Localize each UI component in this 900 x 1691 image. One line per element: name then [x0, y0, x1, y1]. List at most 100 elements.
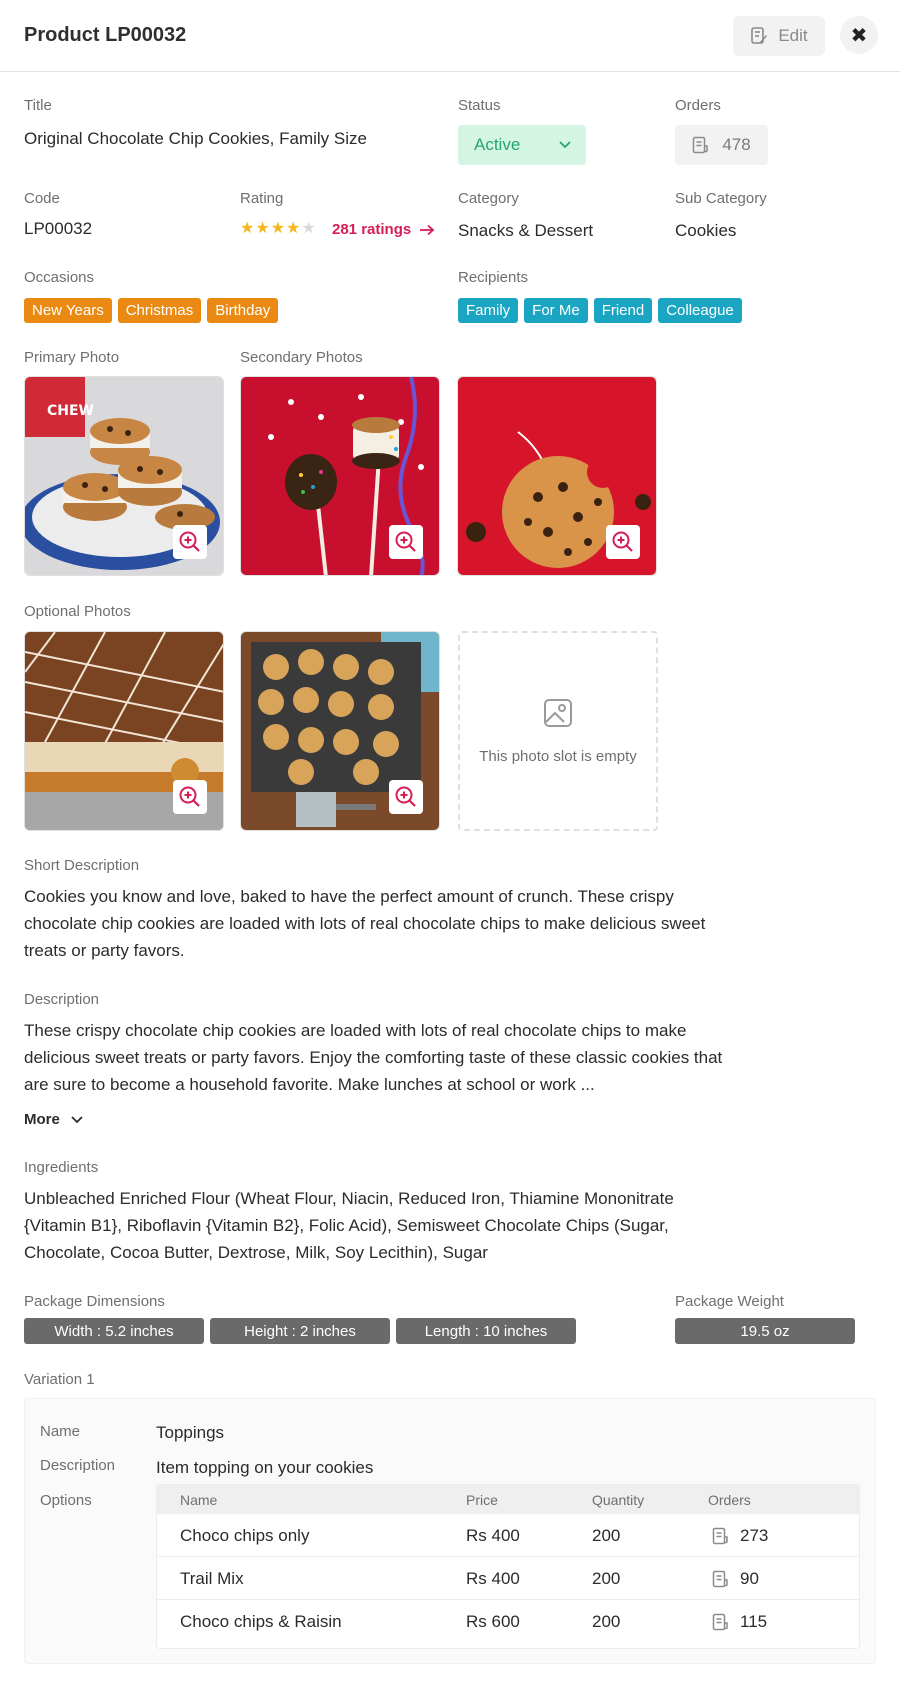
- option-price: Rs 400: [466, 1569, 520, 1588]
- zoom-in-icon: [395, 786, 416, 807]
- receipt-icon: [693, 136, 709, 154]
- package-dimensions: Width : 5.2 inches Height : 2 inches Len…: [24, 1318, 576, 1344]
- zoom-in-icon: [395, 531, 416, 552]
- package-weight: 19.5 oz: [675, 1318, 855, 1344]
- recipients-chips: Family For Me Friend Colleague: [458, 298, 742, 323]
- empty-slot-text: This photo slot is empty: [479, 747, 637, 765]
- column-name: Name: [180, 1492, 218, 1508]
- options-table-header: Name Price Quantity Orders: [157, 1485, 859, 1514]
- modal-header: Product LP00032 Edit ✖: [0, 0, 900, 72]
- status-value: Active: [474, 135, 521, 154]
- primary-photo-label: Primary Photo: [24, 349, 120, 366]
- optional-photo-2: [240, 631, 440, 831]
- table-row: Trail Mix Rs 400 200 90: [157, 1557, 859, 1600]
- short-description-text: Cookies you know and love, baked to have…: [24, 887, 706, 960]
- recipients-label: Recipients: [458, 269, 529, 286]
- star-icon: ★: [255, 220, 270, 237]
- zoom-in-icon: [612, 531, 633, 552]
- image-placeholder-icon: [544, 698, 572, 727]
- secondary-photo-2: [457, 376, 657, 576]
- star-icon: ★: [286, 220, 301, 237]
- arrow-right-icon: [420, 224, 435, 235]
- secondary-photo-1: [240, 376, 440, 576]
- chevron-down-icon: [559, 141, 571, 149]
- option-name: Choco chips only: [180, 1526, 310, 1545]
- zoom-button[interactable]: [606, 525, 640, 559]
- option-name: Trail Mix: [180, 1569, 244, 1588]
- zoom-button[interactable]: [389, 525, 423, 559]
- variation-name-value: Toppings: [156, 1423, 225, 1442]
- orders-label: Orders: [675, 97, 721, 114]
- chevron-down-icon: [71, 1115, 83, 1123]
- variation-card: Name Toppings Description Item topping o…: [24, 1398, 876, 1664]
- empty-photo-slot[interactable]: This photo slot is empty: [458, 631, 658, 831]
- package-weight-label: Package Weight: [675, 1293, 784, 1310]
- option-orders-value: 90: [740, 1569, 759, 1588]
- rating-stars: ★ ★ ★ ★ ★: [240, 221, 316, 237]
- optional-photo-1: [24, 631, 224, 831]
- title-value: Original Chocolate Chip Cookies, Family …: [24, 129, 367, 148]
- close-icon: ✖: [850, 24, 868, 47]
- variation-options-label: Options: [40, 1492, 92, 1509]
- star-icon: ★: [240, 220, 255, 237]
- secondary-photos-label: Secondary Photos: [240, 349, 363, 366]
- recipient-chip: Family: [458, 298, 519, 323]
- option-orders: 115: [712, 1612, 767, 1632]
- option-orders: 273: [712, 1526, 768, 1546]
- occasion-chip: Christmas: [117, 298, 202, 323]
- star-icon: ★: [270, 220, 286, 237]
- option-quantity: 200: [592, 1526, 621, 1545]
- rating-label: Rating: [240, 190, 284, 207]
- option-orders-value: 115: [740, 1612, 768, 1631]
- short-description-label: Short Description: [24, 857, 140, 874]
- status-select[interactable]: Active: [458, 125, 586, 165]
- category-label: Category: [458, 190, 519, 207]
- occasions-label: Occasions: [24, 269, 95, 286]
- description-text: These crispy chocolate chip cookies are …: [24, 1021, 723, 1094]
- edit-button[interactable]: Edit: [733, 16, 825, 56]
- orders-value: 478: [722, 135, 751, 154]
- zoom-button[interactable]: [173, 780, 207, 814]
- option-name: Choco chips & Raisin: [180, 1612, 342, 1631]
- description-label: Description: [24, 991, 100, 1008]
- optional-photos-label: Optional Photos: [24, 603, 131, 620]
- zoom-button[interactable]: [173, 525, 207, 559]
- primary-photo: CHEW: [24, 376, 224, 576]
- weight-value: 19.5 oz: [675, 1318, 855, 1344]
- title-label: Title: [24, 97, 52, 114]
- option-orders: 90: [712, 1569, 759, 1589]
- recipient-chip: Colleague: [658, 298, 742, 323]
- variation-description-label: Description: [40, 1457, 116, 1474]
- variation-name-label: Name: [40, 1423, 81, 1440]
- subcategory-label: Sub Category: [675, 190, 767, 207]
- ratings-link[interactable]: 281 ratings: [332, 221, 435, 238]
- zoom-button[interactable]: [389, 780, 423, 814]
- receipt-icon: [712, 1527, 728, 1545]
- occasion-chip: Birthday: [207, 298, 279, 323]
- option-orders-value: 273: [740, 1526, 769, 1545]
- option-quantity: 200: [592, 1569, 621, 1588]
- page-title: Product LP00032: [24, 24, 187, 46]
- option-quantity: 200: [592, 1612, 621, 1631]
- option-price: Rs 600: [466, 1612, 520, 1631]
- subcategory-value: Cookies: [675, 221, 737, 240]
- ingredients-text: Unbleached Enriched Flour (Wheat Flour, …: [24, 1189, 674, 1262]
- occasions-chips: New Years Christmas Birthday: [24, 298, 279, 323]
- dimension-length: Length : 10 inches: [396, 1318, 576, 1344]
- more-toggle[interactable]: More: [24, 1111, 84, 1128]
- code-value: LP00032: [24, 219, 93, 238]
- package-dimensions-label: Package Dimensions: [24, 1293, 165, 1310]
- recipient-chip: Friend: [593, 298, 653, 323]
- table-row: Choco chips & Raisin Rs 600 200 115: [157, 1600, 859, 1643]
- edit-icon: [751, 27, 768, 44]
- orders-count: 478: [675, 125, 768, 165]
- column-price: Price: [466, 1492, 498, 1508]
- close-button[interactable]: ✖: [840, 16, 878, 54]
- receipt-icon: [712, 1613, 728, 1631]
- column-orders: Orders: [708, 1492, 751, 1508]
- column-quantity: Quantity: [592, 1492, 645, 1508]
- recipient-chip: For Me: [524, 298, 588, 323]
- svg-text:CHEW: CHEW: [47, 403, 94, 419]
- more-label: More: [24, 1111, 60, 1128]
- dimension-width: Width : 5.2 inches: [24, 1318, 204, 1344]
